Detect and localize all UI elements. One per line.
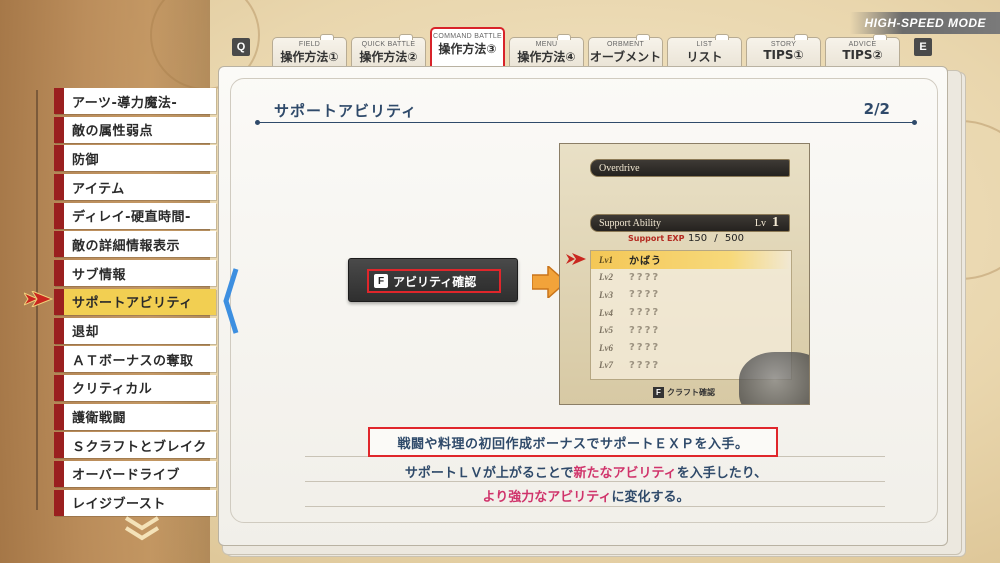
title-divider bbox=[255, 120, 917, 125]
tab-cap bbox=[715, 34, 729, 40]
selection-cursor-icon bbox=[24, 291, 54, 307]
sidebar-item-defense[interactable]: 防御 bbox=[54, 145, 216, 172]
tab-label: 操作方法① bbox=[280, 50, 339, 64]
ability-level: Lv5 bbox=[599, 325, 613, 336]
tab-cap bbox=[794, 34, 808, 40]
tab-label: 操作方法② bbox=[359, 50, 418, 64]
caption-emphasis: より強力なアビリティ bbox=[482, 490, 612, 505]
tab-label: オーブメント bbox=[589, 50, 662, 64]
tab-cap bbox=[399, 34, 413, 40]
ability-row[interactable]: Lv4???? bbox=[591, 304, 791, 322]
ability-name: ???? bbox=[629, 342, 661, 354]
ability-level: Lv1 bbox=[599, 254, 613, 265]
chevron-down-icon[interactable] bbox=[122, 514, 162, 544]
caption-line-3: より強力なアビリティに変化する。 bbox=[0, 486, 1000, 505]
ability-name: ???? bbox=[629, 324, 661, 336]
page-indicator: 2/2 bbox=[863, 100, 890, 118]
ability-name: ???? bbox=[629, 271, 661, 283]
next-tab-key[interactable]: E bbox=[914, 38, 932, 56]
support-level: Lv 1 bbox=[755, 215, 779, 231]
prompt-label: アビリティ確認 bbox=[393, 274, 477, 289]
sidebar-item-arts[interactable]: アーツ-導力魔法- bbox=[54, 88, 216, 114]
sidebar-item-escort-battle[interactable]: 護衛戦闘 bbox=[54, 403, 216, 430]
sidebar-item-critical[interactable]: クリティカル bbox=[54, 374, 216, 401]
support-ability-label: Support Ability bbox=[599, 217, 661, 229]
ability-row[interactable]: Lv3???? bbox=[591, 286, 791, 304]
sidebar-item-s-craft-break[interactable]: Ｓクラフトとブレイク bbox=[54, 432, 216, 459]
ability-name: ???? bbox=[629, 307, 661, 319]
support-exp-value: 150 / 500 bbox=[688, 233, 744, 244]
ability-row[interactable]: Lv2???? bbox=[591, 269, 791, 287]
caption-rule bbox=[305, 506, 885, 507]
tab-bar: FIELD 操作方法① QUICK BATTLE 操作方法② COMMAND BAT… bbox=[272, 27, 900, 77]
tab-sublabel: FIELD bbox=[298, 41, 321, 48]
sidebar-menu: アーツ-導力魔法- 敵の属性弱点 防御 アイテム ディレイ-硬直時間- 敵の詳細… bbox=[54, 88, 216, 518]
chevron-left-icon[interactable] bbox=[222, 267, 240, 335]
ability-level: Lv2 bbox=[599, 272, 613, 283]
caption-line-2: サポートＬＶが上がることで新たなアビリティを入手したり、 bbox=[0, 462, 1000, 481]
exp-separator: / bbox=[714, 233, 718, 244]
sidebar-item-retreat[interactable]: 退却 bbox=[54, 317, 216, 344]
tab-sublabel: COMMAND BATTLE bbox=[432, 33, 503, 40]
craft-check-label: クラフト確認 bbox=[667, 388, 715, 397]
tab-label: TIPS② bbox=[842, 48, 883, 62]
caption-emphasis: 新たなアビリティ bbox=[573, 466, 677, 481]
ability-name: かばう bbox=[629, 256, 662, 268]
tab-sublabel: ADVICE bbox=[848, 41, 877, 48]
support-ability-bar: Support Ability Lv 1 bbox=[590, 214, 790, 232]
ability-name: ???? bbox=[629, 359, 661, 371]
sidebar-item-sub-info[interactable]: サブ情報 bbox=[54, 260, 216, 287]
tab-sublabel: STORY bbox=[770, 41, 797, 48]
ability-level: Lv6 bbox=[599, 342, 613, 353]
caption-rule bbox=[305, 481, 885, 482]
caption-text: サポートＬＶが上がることで bbox=[404, 466, 574, 481]
tab-sublabel: ORBMENT bbox=[606, 41, 645, 48]
sidebar-item-support-ability[interactable]: サポートアビリティ bbox=[54, 288, 216, 315]
tab-cap bbox=[557, 34, 571, 40]
ability-row[interactable]: Lv5???? bbox=[591, 321, 791, 339]
tab-sublabel: QUICK BATTLE bbox=[361, 41, 416, 48]
tab-command-battle[interactable]: COMMAND BATTLE 操作方法③ bbox=[430, 27, 505, 67]
ability-row[interactable]: Lv1 かばう bbox=[591, 251, 791, 269]
ability-name: ???? bbox=[629, 289, 661, 301]
tab-sublabel: MENU bbox=[535, 41, 558, 48]
tab-cap bbox=[320, 34, 334, 40]
ability-level: Lv7 bbox=[599, 360, 613, 371]
caption-highlight: 戦闘や料理の初回作成ボーナスでサポートＥＸＰを入手。 bbox=[368, 427, 778, 457]
caption-text: に変化する。 bbox=[611, 490, 690, 505]
mech-decor bbox=[739, 352, 809, 404]
tab-label: 操作方法④ bbox=[517, 50, 576, 64]
game-preview-panel: Overdrive Support Ability Lv 1 Support EX… bbox=[559, 143, 810, 405]
level-label: Lv bbox=[754, 218, 766, 229]
f-key-icon: F bbox=[653, 387, 664, 398]
sidebar-item-delay[interactable]: ディレイ-硬直時間- bbox=[54, 202, 216, 229]
sidebar-item-at-bonus[interactable]: ＡＴボーナスの奪取 bbox=[54, 346, 216, 373]
ability-check-prompt[interactable]: F アビリティ確認 bbox=[348, 258, 518, 302]
exp-current: 150 bbox=[688, 233, 708, 244]
exp-max: 500 bbox=[724, 233, 744, 244]
sidebar-item-enemy-details[interactable]: 敵の詳細情報表示 bbox=[54, 231, 216, 258]
tab-label: TIPS① bbox=[763, 48, 804, 62]
craft-check-hint: F クラフト確認 bbox=[653, 387, 715, 398]
prev-tab-key[interactable]: Q bbox=[232, 38, 250, 56]
sidebar-item-item[interactable]: アイテム bbox=[54, 174, 216, 201]
tab-label: 操作方法③ bbox=[438, 42, 497, 56]
page-title: サポートアビリティ bbox=[274, 102, 418, 120]
tab-cap bbox=[636, 34, 650, 40]
tab-cap bbox=[873, 34, 887, 40]
overdrive-bar: Overdrive bbox=[590, 159, 790, 177]
ability-level: Lv4 bbox=[599, 307, 613, 318]
support-exp-label: Support EXP bbox=[628, 234, 685, 243]
caption-text: を入手したり、 bbox=[676, 466, 768, 481]
tab-sublabel: LIST bbox=[696, 41, 713, 48]
f-key-icon: F bbox=[374, 274, 388, 288]
sidebar-item-enemy-weakness[interactable]: 敵の属性弱点 bbox=[54, 116, 216, 143]
level-value: 1 bbox=[772, 215, 779, 230]
tab-label: リスト bbox=[686, 50, 723, 64]
ability-level: Lv3 bbox=[599, 289, 613, 300]
prompt-highlight: F アビリティ確認 bbox=[367, 269, 501, 293]
row-cursor-icon bbox=[566, 253, 586, 265]
caption-line-1: 戦闘や料理の初回作成ボーナスでサポートＥＸＰを入手。 bbox=[397, 436, 749, 452]
